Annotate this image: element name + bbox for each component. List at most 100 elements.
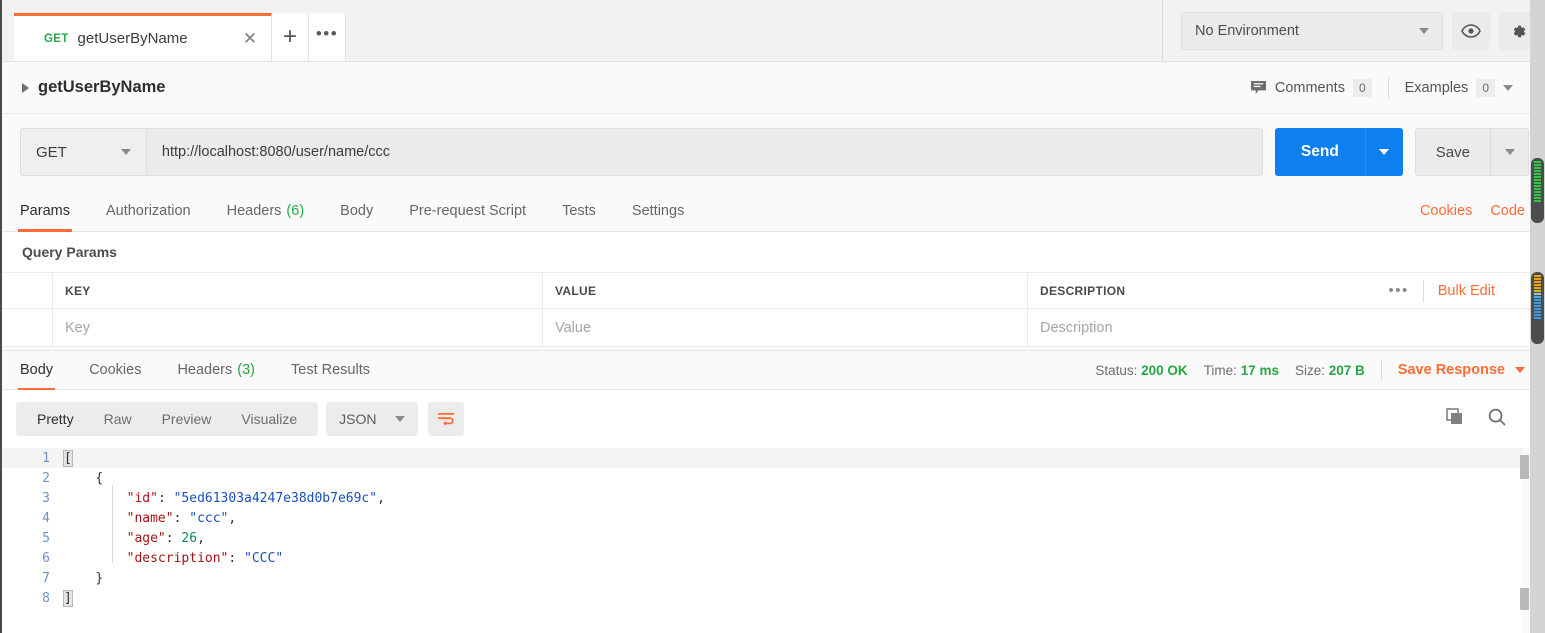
tab-label: Cookies [89,362,142,378]
view-raw[interactable]: Raw [89,402,147,436]
line-number: 7 [42,570,50,586]
send-button[interactable]: Send [1274,128,1403,176]
row-checkbox-cell[interactable] [2,309,53,346]
status-value: 200 OK [1141,362,1188,378]
value-input[interactable]: Value [543,309,1028,346]
tab-label: Test Results [291,362,370,378]
new-tab-button[interactable]: + [272,13,309,61]
tab-settings[interactable]: Settings [632,190,684,232]
tab-options-button[interactable]: ••• [309,13,346,61]
code-line: 1 [ [2,448,1522,468]
http-method-select[interactable]: GET [20,128,146,176]
tab-label: Body [340,202,374,219]
line-number: 1 [42,450,50,466]
response-body-code[interactable]: 1 [ 2 { 3 "id": "5ed61303a4247e38d0b7e69… [2,448,1522,633]
time-badge: Time: 17 ms [1204,363,1279,378]
examples-button[interactable]: Examples 0 [1389,79,1529,97]
params-actions: ••• Bulk Edit [1389,279,1536,302]
key-input[interactable]: Key [53,309,543,346]
request-tabs-actions: Cookies Code [1420,203,1525,219]
tab-body[interactable]: Body [340,190,373,232]
line-number: 8 [42,590,50,606]
size-label: Size: [1294,362,1325,378]
window-scrollbar[interactable] [1530,0,1545,633]
line-number: 4 [42,510,50,526]
tab-authorization[interactable]: Authorization [106,190,191,232]
tab-params[interactable]: Params [18,190,72,232]
close-icon[interactable]: ✕ [241,29,259,48]
line-content: "name": "ccc", [126,510,237,526]
save-options-button[interactable] [1490,129,1528,175]
code-line: 8 ] [2,588,1522,608]
value-placeholder: Value [555,319,592,336]
editor-scroll-thumb-top[interactable] [1520,455,1529,479]
chevron-down-icon [1515,367,1525,373]
response-tab-test-results[interactable]: Test Results [291,349,370,391]
response-format-select[interactable]: JSON [326,402,418,436]
url-input[interactable]: http://localhost:8080/user/name/ccc [145,128,1263,176]
save-label: Save [1435,143,1470,161]
expand-triangle-icon[interactable] [22,82,29,93]
tab-count: (3) [237,362,255,378]
word-wrap-icon[interactable] [427,402,464,436]
code-link[interactable]: Code [1490,203,1525,219]
comments-button[interactable]: Comments 0 [1234,79,1388,97]
line-content: } [95,570,104,586]
send-options-button[interactable] [1364,128,1403,176]
line-content: ] [63,589,73,607]
line-content: "description": "CCC" [126,550,284,566]
eye-icon[interactable] [1452,12,1490,50]
line-content: [ [63,449,73,467]
line-content: "age": 26, [126,530,205,546]
search-icon[interactable] [1487,407,1507,432]
request-section-tabs: Params Authorization Headers (6) Body Pr… [2,190,1545,232]
chevron-down-icon [1379,149,1390,155]
save-response-button[interactable]: Save Response [1398,362,1525,378]
line-content: { [95,470,104,486]
tab-label: Params [20,202,70,219]
breadcrumb-actions: Comments 0 Examples 0 [1234,62,1529,114]
code-line: 3 "id": "5ed61303a4247e38d0b7e69c", [2,488,1522,508]
time-value: 17 ms [1240,362,1279,378]
response-body-toolbar: Pretty Raw Preview Visualize JSON [2,390,1545,448]
environment-select[interactable]: No Environment [1181,12,1443,50]
line-number: 5 [42,530,50,546]
column-label: KEY [65,283,91,298]
response-body-actions [1445,407,1507,432]
bulk-edit-button[interactable]: Bulk Edit [1438,283,1495,299]
params-more-button[interactable]: ••• [1389,282,1409,299]
code-line: 5 "age": 26, [2,528,1522,548]
scrollbar-thumb-lower[interactable] [1531,272,1544,344]
request-tab-method: GET [44,32,69,45]
save-button[interactable]: Save [1414,128,1529,176]
response-tab-cookies[interactable]: Cookies [89,349,141,391]
description-input[interactable]: Description [1028,309,1545,346]
tab-count: (6) [286,202,305,219]
tab-tests[interactable]: Tests [562,190,596,232]
view-preview[interactable]: Preview [147,402,227,436]
table-header-row: KEY VALUE DESCRIPTION ••• Bulk Edit [2,273,1545,309]
request-tab-getuserbyname[interactable]: GET getUserByName ✕ [14,13,272,61]
line-number: 3 [42,490,50,506]
scrollbar-thumb-upper[interactable] [1531,158,1544,223]
tab-pre-request-script[interactable]: Pre-request Script [409,190,526,232]
postman-window: GET getUserByName ✕ + ••• No Environment [0,0,1545,633]
cookies-link[interactable]: Cookies [1420,203,1472,219]
chevron-down-icon [1419,28,1429,34]
tab-headers[interactable]: Headers (6) [227,190,305,232]
response-section-tabs: Body Cookies Headers (3) Test Results St… [2,349,1545,391]
response-tab-headers[interactable]: Headers (3) [177,349,255,391]
column-label: VALUE [555,283,597,298]
view-visualize[interactable]: Visualize [226,402,312,436]
tab-label: Headers [226,202,282,219]
url-bar: GET http://localhost:8080/user/name/ccc … [2,114,1545,190]
status-badge: Status: 200 OK [1095,363,1187,378]
response-tab-body[interactable]: Body [17,349,56,391]
copy-icon[interactable] [1445,407,1465,432]
view-pretty[interactable]: Pretty [22,402,89,436]
column-label: DESCRIPTION [1040,283,1126,298]
page-title: getUserByName [38,78,166,96]
tab-label: Authorization [105,202,191,219]
editor-scroll-thumb-bottom[interactable] [1520,588,1529,610]
indent-guide [112,485,113,563]
